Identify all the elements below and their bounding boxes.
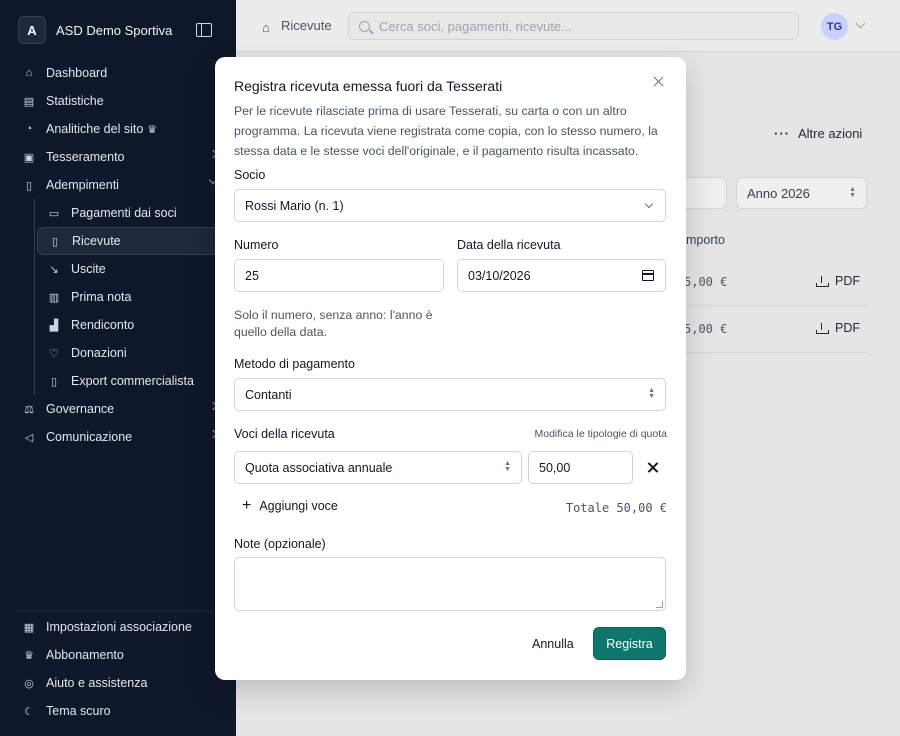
sidebar-collapse-icon[interactable] bbox=[196, 23, 212, 37]
sidebar-item-label: Governance bbox=[46, 402, 115, 416]
sidebar-item-pagamenti[interactable]: ▭ Pagamenti dai soci bbox=[37, 199, 224, 227]
sidebar-bottom-nav: ▦ Impostazioni associazione ♛ Abbonament… bbox=[12, 611, 224, 725]
megaphone-icon: ◁ bbox=[24, 431, 34, 444]
sidebar-item-aiuto[interactable]: ◎ Aiuto e assistenza bbox=[12, 669, 224, 697]
sidebar-item-uscite[interactable]: ↘ Uscite bbox=[37, 255, 224, 283]
metodo-label: Metodo di pagamento bbox=[234, 357, 355, 371]
numero-input[interactable]: 25 bbox=[234, 259, 444, 292]
credit-card-icon: ▭ bbox=[48, 207, 60, 220]
voce-importo-value: 50,00 bbox=[539, 460, 571, 475]
sidebar-item-label: Dashboard bbox=[46, 66, 108, 80]
add-voce-button[interactable]: + Aggiungi voce bbox=[242, 497, 338, 514]
crown-icon: ♛ bbox=[24, 649, 34, 662]
add-voce-label: Aggiungi voce bbox=[259, 499, 338, 513]
chevron-down-icon bbox=[644, 199, 654, 209]
lifebuoy-icon: ◎ bbox=[24, 677, 34, 690]
sidebar-item-governance[interactable]: ⚖ Governance bbox=[12, 395, 224, 423]
sidebar-item-donazioni[interactable]: ♡ Donazioni bbox=[37, 339, 224, 367]
sidebar-item-label: Aiuto e assistenza bbox=[46, 676, 148, 690]
cancel-button[interactable]: Annulla bbox=[522, 627, 584, 660]
sidebar-item-tesseramento[interactable]: ▣ Tesseramento bbox=[12, 143, 224, 171]
brand[interactable]: A ASD Demo Sportiva bbox=[18, 15, 218, 45]
register-receipt-dialog: Registra ricevuta emessa fuori da Tesser… bbox=[215, 57, 686, 680]
submit-button[interactable]: Registra bbox=[593, 627, 666, 660]
brand-name: ASD Demo Sportiva bbox=[56, 22, 173, 38]
socio-select[interactable]: Rossi Mario (n. 1) bbox=[234, 189, 666, 222]
note-textarea[interactable] bbox=[234, 557, 666, 611]
sidebar: A ASD Demo Sportiva ⌂ Dashboard ▤ Statis… bbox=[0, 0, 236, 736]
select-arrows-icon: ▲ ▼ bbox=[504, 460, 511, 473]
sidebar-nav: ⌂ Dashboard ▤ Statistiche ◔ Analitiche d… bbox=[12, 59, 224, 451]
sidebar-item-label: Export commercialista bbox=[71, 374, 194, 388]
note-label: Note (opzionale) bbox=[234, 537, 326, 551]
totale: Totale 50,00 € bbox=[565, 501, 667, 515]
remove-voce-icon[interactable] bbox=[647, 462, 659, 474]
sidebar-item-label: Analitiche del sito bbox=[46, 122, 144, 136]
receipt-icon: ▯ bbox=[51, 235, 59, 248]
sidebar-item-tema-scuro[interactable]: ☾ Tema scuro bbox=[12, 697, 224, 725]
sidebar-item-label: Donazioni bbox=[71, 346, 127, 360]
voce-tipo-value: Quota associativa annuale bbox=[245, 460, 393, 475]
plus-icon: + bbox=[242, 497, 252, 514]
socio-select-value: Rossi Mario (n. 1) bbox=[245, 198, 344, 213]
sidebar-item-impostazioni[interactable]: ▦ Impostazioni associazione bbox=[12, 613, 224, 641]
heart-icon: ♡ bbox=[49, 347, 59, 360]
sidebar-item-label: Statistiche bbox=[46, 94, 104, 108]
sidebar-item-rendiconto[interactable]: ▟ Rendiconto bbox=[37, 311, 224, 339]
metodo-pagamento-value: Contanti bbox=[245, 387, 292, 402]
sidebar-item-analitiche[interactable]: ◔ Analitiche del sito ♛ bbox=[12, 115, 224, 143]
sidebar-item-comunicazione[interactable]: ◁ Comunicazione bbox=[12, 423, 224, 451]
sidebar-submenu-adempimenti: ▭ Pagamenti dai soci ▯ Ricevute ↘ Uscite… bbox=[34, 199, 224, 395]
sidebar-item-statistiche[interactable]: ▤ Statistiche bbox=[12, 87, 224, 115]
data-label: Data della ricevuta bbox=[457, 238, 561, 252]
sidebar-item-label: Pagamenti dai soci bbox=[71, 206, 177, 220]
modifica-tipologie-link[interactable]: Modifica le tipologie di quota bbox=[534, 428, 667, 440]
sidebar-item-label: Comunicazione bbox=[46, 430, 133, 444]
moon-icon: ☾ bbox=[24, 705, 34, 718]
sidebar-item-label: Rendiconto bbox=[71, 318, 135, 332]
pie-chart-icon: ◔ bbox=[25, 123, 33, 135]
metodo-pagamento-select[interactable]: Contanti ▲ ▼ bbox=[234, 378, 666, 411]
sidebar-item-label: Ricevute bbox=[72, 234, 121, 248]
numero-label: Numero bbox=[234, 238, 279, 252]
sidebar-item-dashboard[interactable]: ⌂ Dashboard bbox=[12, 59, 224, 87]
sidebar-item-label: Uscite bbox=[71, 262, 106, 276]
trending-down-icon: ↘ bbox=[49, 263, 59, 276]
sidebar-item-abbonamento[interactable]: ♛ Abbonamento bbox=[12, 641, 224, 669]
brand-logo: A bbox=[18, 16, 46, 44]
sidebar-item-label: Prima nota bbox=[71, 290, 132, 304]
id-card-icon: ▣ bbox=[23, 151, 35, 164]
data-ricevuta-input[interactable]: 03/10/2026 bbox=[457, 259, 666, 292]
chart-icon: ▤ bbox=[23, 95, 35, 108]
dialog-description: Per le ricevute rilasciate prima di usar… bbox=[234, 104, 658, 158]
building-icon: ▦ bbox=[23, 621, 35, 634]
sidebar-item-prima-nota[interactable]: ▥ Prima nota bbox=[37, 283, 224, 311]
sidebar-item-label: Abbonamento bbox=[46, 648, 124, 662]
sidebar-item-label: Impostazioni associazione bbox=[46, 620, 192, 634]
sidebar-item-export[interactable]: ▯ Export commercialista bbox=[37, 367, 224, 395]
document-icon: ▯ bbox=[25, 179, 33, 192]
sidebar-item-label: Tema scuro bbox=[46, 704, 111, 718]
voci-label: Voci della ricevuta bbox=[234, 427, 335, 441]
close-icon[interactable] bbox=[653, 76, 665, 88]
select-arrows-icon: ▲ ▼ bbox=[648, 387, 655, 400]
numero-hint: Solo il numero, senza anno: l'anno è que… bbox=[234, 308, 433, 339]
file-export-icon: ▯ bbox=[50, 375, 58, 388]
bar-chart-icon: ▟ bbox=[49, 319, 59, 332]
home-icon: ⌂ bbox=[25, 67, 33, 79]
socio-label: Socio bbox=[234, 168, 266, 182]
sidebar-item-label: Tesseramento bbox=[46, 150, 125, 164]
numero-input-value: 25 bbox=[245, 268, 259, 283]
scale-icon: ⚖ bbox=[24, 403, 34, 416]
sidebar-item-ricevute[interactable]: ▯ Ricevute bbox=[37, 227, 224, 255]
sidebar-item-label: Adempimenti bbox=[46, 178, 119, 192]
crown-icon: ♛ bbox=[147, 123, 158, 136]
dialog-title: Registra ricevuta emessa fuori da Tesser… bbox=[234, 78, 503, 94]
calendar-icon[interactable] bbox=[642, 270, 654, 281]
data-ricevuta-value: 03/10/2026 bbox=[468, 268, 531, 283]
voce-importo-input[interactable]: 50,00 bbox=[528, 451, 633, 484]
book-icon: ▥ bbox=[48, 291, 60, 304]
sidebar-item-adempimenti[interactable]: ▯ Adempimenti bbox=[12, 171, 224, 199]
voce-tipo-select[interactable]: Quota associativa annuale ▲ ▼ bbox=[234, 451, 522, 484]
